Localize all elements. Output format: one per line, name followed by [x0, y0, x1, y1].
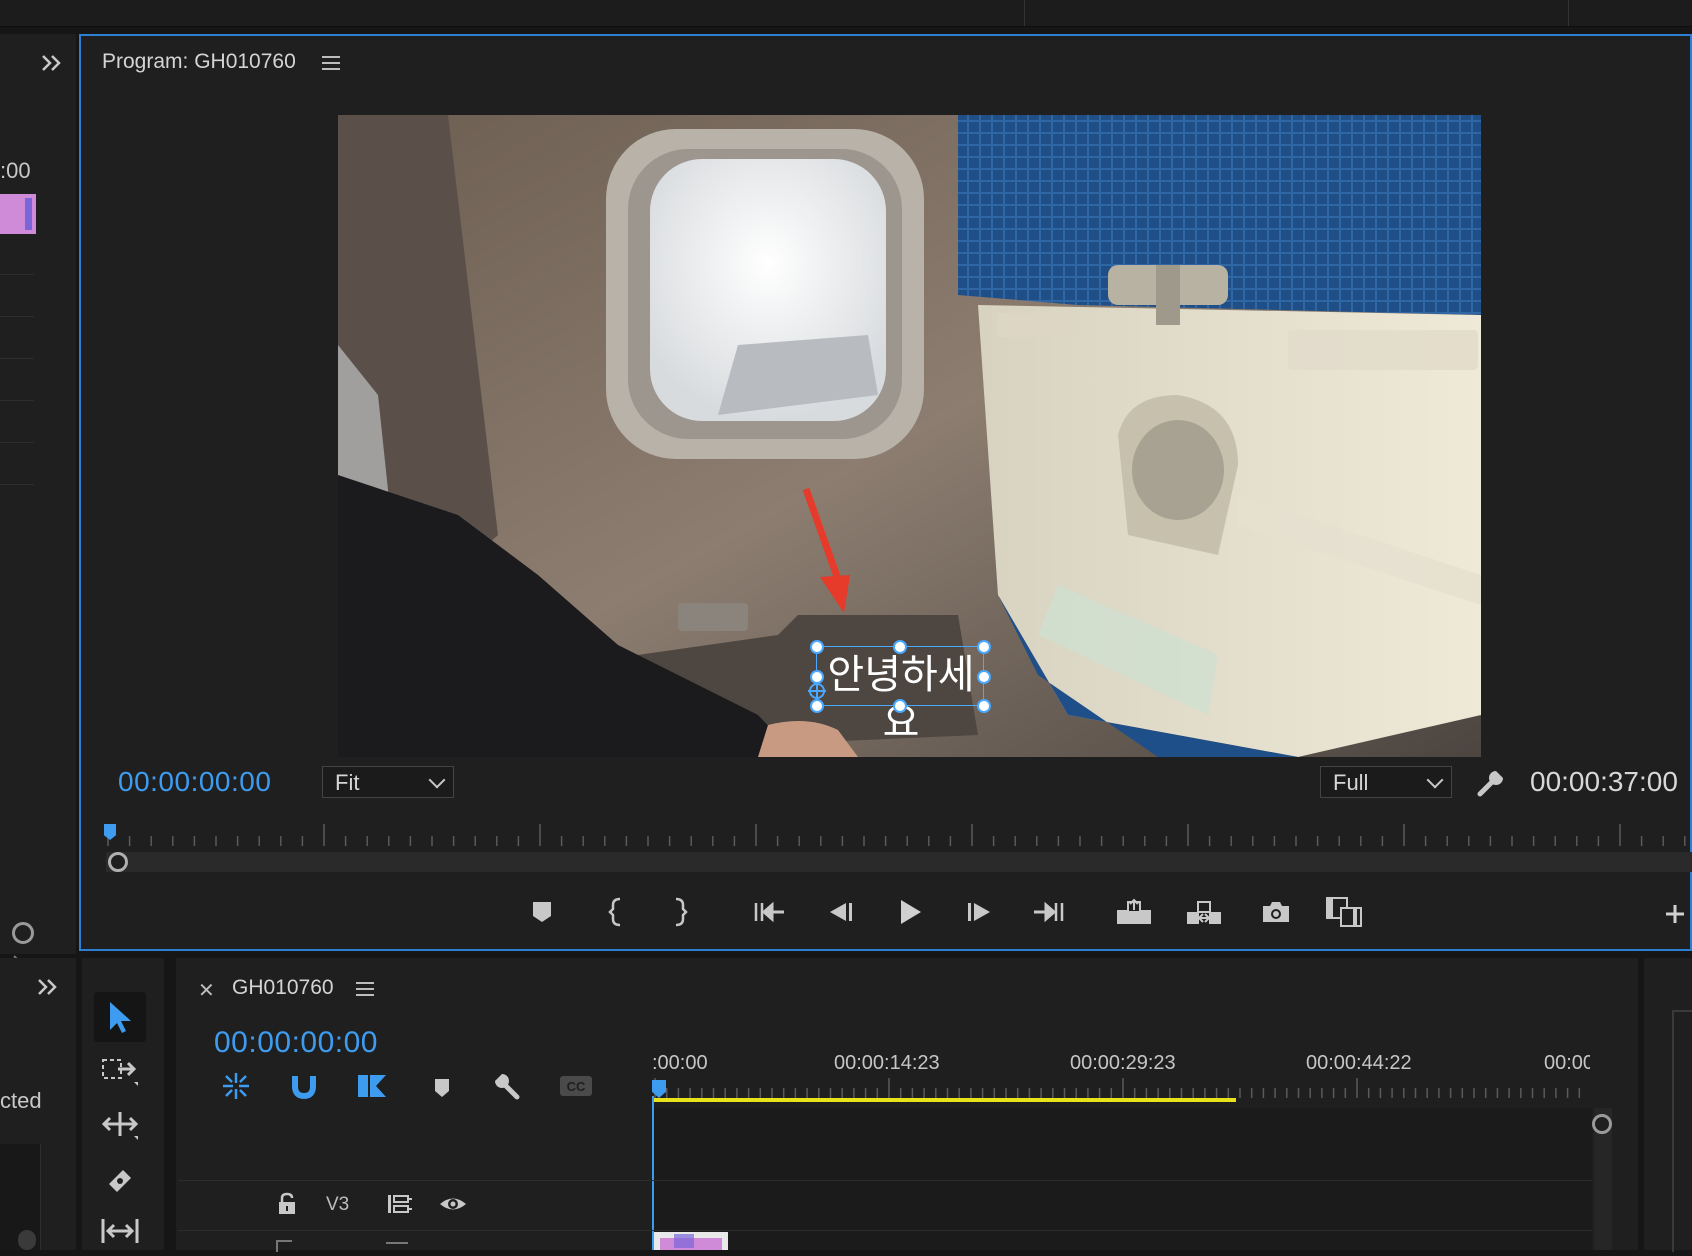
resize-handle[interactable]	[810, 640, 824, 654]
snap-magnet-icon[interactable]	[284, 1066, 324, 1106]
resize-handle[interactable]	[893, 699, 907, 713]
tools-panel	[82, 958, 164, 1250]
resize-handle[interactable]	[977, 670, 991, 684]
resize-handle[interactable]	[810, 699, 824, 713]
red-arrow-annotation	[802, 487, 850, 613]
selection-tool-icon[interactable]	[94, 992, 146, 1042]
track-area[interactable]	[654, 1108, 1592, 1250]
timeline-menu-icon[interactable]	[356, 982, 374, 996]
source-timecode-fragment: :00	[0, 158, 31, 183]
step-back-icon[interactable]	[820, 892, 860, 932]
program-time-ruler[interactable]	[106, 820, 1692, 850]
step-forward-icon[interactable]	[960, 892, 1000, 932]
resize-handle[interactable]	[893, 640, 907, 654]
ruler-label: 00:00:29:23	[1070, 1052, 1176, 1074]
ruler-label: 00:00:	[1544, 1052, 1590, 1074]
playback-resolution-select[interactable]: Full	[1320, 766, 1452, 798]
panel-menu-icon[interactable]	[322, 56, 340, 70]
program-video-frame[interactable]: 안녕하세요	[338, 115, 1481, 757]
resize-handle[interactable]	[977, 699, 991, 713]
playback-resolution-value: Full	[1333, 770, 1369, 795]
playhead-handle[interactable]	[12, 922, 34, 944]
export-frame-camera-icon[interactable]	[1256, 892, 1296, 932]
mark-out-icon[interactable]	[660, 892, 700, 932]
ruler-label: 00:00:14:23	[834, 1052, 940, 1074]
scroll-thumb[interactable]	[18, 1230, 36, 1250]
program-duration-timecode: 00:00:37:00	[1530, 766, 1678, 797]
settings-wrench-icon[interactable]	[1476, 768, 1506, 798]
mark-in-icon[interactable]	[596, 892, 636, 932]
timeline-clip[interactable]	[654, 1232, 728, 1250]
chevron-down-icon	[1426, 771, 1444, 789]
extract-icon[interactable]	[1184, 892, 1224, 932]
divider	[1024, 0, 1025, 26]
play-icon[interactable]	[890, 892, 930, 932]
panel-expand-icon[interactable]	[36, 976, 60, 1003]
razor-tool-icon[interactable]	[94, 1154, 146, 1204]
sync-lock-icon[interactable]	[386, 1192, 414, 1216]
timeline-settings-wrench-icon[interactable]	[488, 1066, 528, 1106]
toggle-track-output-eye-icon[interactable]	[438, 1192, 468, 1216]
ruler-label: :00:00	[652, 1052, 708, 1074]
lift-icon[interactable]	[1114, 892, 1154, 932]
slip-tool-icon[interactable]	[94, 1206, 146, 1256]
track-label-v3[interactable]: V3	[326, 1194, 349, 1216]
panel-expand-icon[interactable]	[40, 52, 64, 79]
anchor-point-icon[interactable]	[807, 681, 827, 701]
work-area-bar[interactable]	[654, 1098, 1236, 1102]
divider	[1568, 0, 1569, 26]
program-monitor-title[interactable]: Program: GH010760	[102, 50, 296, 74]
comparison-view-icon[interactable]	[1324, 892, 1364, 932]
linked-selection-icon[interactable]	[352, 1066, 392, 1106]
svg-text:CC: CC	[567, 1079, 586, 1094]
ruler-label: 00:00:44:22	[1306, 1052, 1412, 1074]
nest-sequences-icon[interactable]	[216, 1066, 256, 1106]
go-to-out-icon[interactable]	[1028, 892, 1068, 932]
panel-label-fragment: cted	[0, 1088, 42, 1113]
go-to-in-icon[interactable]	[750, 892, 790, 932]
zoom-level-select[interactable]: Fit	[322, 766, 454, 798]
ripple-edit-tool-icon[interactable]	[94, 1100, 146, 1150]
scrollbar-handle[interactable]	[108, 852, 128, 872]
vertical-scroll-handle[interactable]	[1592, 1114, 1612, 1134]
close-sequence-icon[interactable]: ✕	[198, 978, 215, 1003]
add-button-icon[interactable]	[1658, 894, 1692, 934]
add-marker-icon[interactable]	[522, 892, 562, 932]
timeline-add-marker-icon[interactable]	[422, 1068, 462, 1108]
fx-badge-icon	[674, 1234, 694, 1248]
sequence-tab-title[interactable]: GH010760	[232, 976, 334, 1000]
program-zoom-scrollbar[interactable]	[106, 852, 1692, 872]
timeline-current-timecode[interactable]: 00:00:00:00	[214, 1026, 378, 1060]
project-panel-partial: cted	[0, 958, 76, 1250]
chevron-down-icon	[428, 771, 446, 789]
text-overlay-bounding-box[interactable]: 안녕하세요	[808, 640, 991, 746]
window-top-strip	[0, 0, 1692, 27]
clip-thumbnail-fragment[interactable]	[0, 194, 36, 234]
source-panel-partial: :00	[0, 34, 76, 969]
track-select-tool-icon[interactable]	[94, 1046, 146, 1096]
zoom-level-value: Fit	[335, 770, 360, 795]
resize-handle[interactable]	[977, 640, 991, 654]
program-current-timecode[interactable]: 00:00:00:00	[118, 766, 271, 798]
captions-cc-icon[interactable]: CC	[556, 1066, 596, 1106]
audio-meter-panel-partial	[1644, 958, 1692, 1252]
lock-track-icon[interactable]	[276, 1192, 298, 1216]
